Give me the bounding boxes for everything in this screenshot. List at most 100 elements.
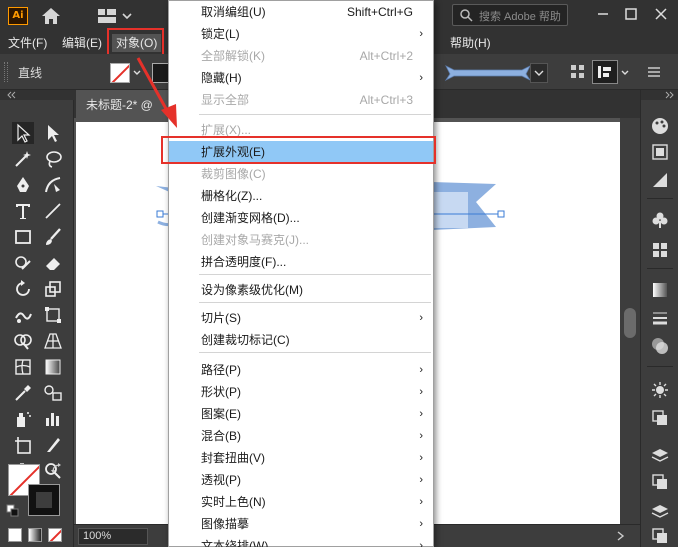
swap-colors-icon[interactable]	[50, 462, 64, 476]
eraser-tool[interactable]	[42, 252, 64, 274]
lasso-tool[interactable]	[42, 148, 64, 170]
blend-tool[interactable]	[42, 382, 64, 404]
shaper-tool[interactable]	[12, 252, 34, 274]
color-theme-icon[interactable]	[650, 170, 670, 190]
workspace-layout-icon[interactable]	[97, 8, 133, 24]
magic-wand-tool[interactable]	[12, 148, 34, 170]
fill-swatch[interactable]	[110, 63, 130, 83]
annotation-highlight-expand-appearance	[161, 136, 436, 164]
color-guide-icon[interactable]	[650, 142, 670, 162]
panel-menu-icon[interactable]	[646, 64, 662, 80]
align-button[interactable]	[592, 60, 618, 84]
menu-item-22[interactable]: 图像描摹 ›	[169, 513, 433, 535]
appearance-sun-icon[interactable]	[650, 380, 670, 400]
menu-edit[interactable]: 编辑(E)	[62, 34, 102, 52]
menu-separator	[199, 274, 431, 275]
menu-file[interactable]: 文件(F)	[8, 34, 47, 52]
submenu-arrow-icon: ›	[419, 518, 423, 530]
menu-item-2[interactable]: 全部解锁(K) Alt+Ctrl+2	[169, 45, 433, 67]
menu-item-12[interactable]: 设为像素级优化(M)	[169, 279, 433, 301]
scrollbar-thumb[interactable]	[624, 308, 636, 338]
color-palette-icon[interactable]	[650, 116, 670, 136]
symbols-club-icon[interactable]	[650, 210, 670, 230]
menu-item-13[interactable]: 切片(S) ›	[169, 307, 433, 329]
links-icon[interactable]	[650, 526, 670, 546]
chevron-down-icon[interactable]	[620, 68, 630, 78]
symbol-sprayer-tool[interactable]	[12, 408, 34, 430]
color-mode-button[interactable]	[8, 528, 22, 542]
document-tab[interactable]: 未标题-2* @	[76, 90, 174, 118]
close-icon[interactable]	[648, 0, 674, 28]
transparency-icon[interactable]	[650, 336, 670, 356]
maximize-icon[interactable]	[618, 0, 644, 28]
menu-item-20[interactable]: 透视(P) ›	[169, 469, 433, 491]
direct-selection-tool[interactable]	[42, 122, 64, 144]
vertical-scrollbar[interactable]	[620, 118, 640, 524]
menu-item-11[interactable]: 拼合透明度(F)...	[169, 251, 433, 273]
search-input[interactable]: 搜索 Adobe 帮助	[452, 4, 568, 26]
brush-stroke-preview-icon[interactable]	[444, 62, 532, 82]
menu-item-7[interactable]: 裁剪图像(C)	[169, 163, 433, 185]
asset-export-icon[interactable]	[650, 502, 670, 522]
selection-tool[interactable]	[12, 122, 34, 144]
home-icon[interactable]	[40, 6, 62, 26]
chevron-down-icon[interactable]	[132, 68, 142, 78]
menu-item-10[interactable]: 创建对象马赛克(J)...	[169, 229, 433, 251]
menu-item-18[interactable]: 混合(B) ›	[169, 425, 433, 447]
layers-icon[interactable]	[650, 446, 670, 466]
panel-header	[641, 90, 678, 100]
menu-item-8[interactable]: 栅格化(Z)...	[169, 185, 433, 207]
perspective-grid-tool[interactable]	[42, 330, 64, 352]
free-transform-tool[interactable]	[42, 304, 64, 326]
line-segment-tool[interactable]	[42, 200, 64, 222]
menu-item-17[interactable]: 图案(E) ›	[169, 403, 433, 425]
menu-item-3[interactable]: 隐藏(H) ›	[169, 67, 433, 89]
graphic-styles-icon[interactable]	[650, 408, 670, 428]
column-graph-tool[interactable]	[42, 408, 64, 430]
arrange-grid-icon[interactable]	[570, 64, 586, 80]
default-colors-icon[interactable]	[6, 504, 20, 518]
align-icon	[598, 66, 611, 78]
type-tool[interactable]	[12, 200, 34, 222]
scale-tool[interactable]	[42, 278, 64, 300]
gradient-panel-icon[interactable]	[650, 280, 670, 300]
expand-panel-icon[interactable]	[665, 91, 675, 99]
pen-tool[interactable]	[12, 174, 34, 196]
zoom-level-field[interactable]: 100%	[78, 528, 148, 545]
menu-item-4[interactable]: 显示全部 Alt+Ctrl+3	[169, 89, 433, 111]
right-panel-dock	[640, 90, 678, 547]
brush-dropdown[interactable]	[530, 63, 548, 83]
rotate-tool[interactable]	[12, 278, 34, 300]
swatches-grid-icon[interactable]	[650, 240, 670, 260]
menu-item-0[interactable]: 取消编组(U) Shift+Ctrl+G	[169, 1, 433, 23]
shape-builder-tool[interactable]	[12, 330, 34, 352]
paintbrush-tool[interactable]	[42, 226, 64, 248]
menu-item-19[interactable]: 封套扭曲(V) ›	[169, 447, 433, 469]
eyedropper-tool[interactable]	[12, 382, 34, 404]
menu-item-16[interactable]: 形状(P) ›	[169, 381, 433, 403]
curvature-tool[interactable]	[42, 174, 64, 196]
scroll-right-icon[interactable]	[614, 530, 628, 542]
rectangle-tool[interactable]	[12, 226, 34, 248]
warp-tool[interactable]	[12, 304, 34, 326]
minimize-icon[interactable]	[590, 0, 616, 28]
menu-item-9[interactable]: 创建渐变网格(D)...	[169, 207, 433, 229]
menu-help[interactable]: 帮助(H)	[450, 34, 491, 52]
menu-item-1[interactable]: 锁定(L) ›	[169, 23, 433, 45]
stroke-panel-icon[interactable]	[650, 308, 670, 328]
menu-item-14[interactable]: 创建裁切标记(C)	[169, 329, 433, 351]
gradient-mode-button[interactable]	[28, 528, 42, 542]
menu-item-23[interactable]: 文本绕排(W) ›	[169, 535, 433, 547]
menu-item-21[interactable]: 实时上色(N) ›	[169, 491, 433, 513]
menu-item-label: 设为像素级优化(M)	[201, 283, 303, 297]
slice-tool[interactable]	[42, 434, 64, 456]
tools-panel	[0, 90, 74, 547]
stroke-color-swatch[interactable]	[28, 484, 60, 516]
gradient-tool[interactable]	[42, 356, 64, 378]
mesh-tool[interactable]	[12, 356, 34, 378]
collapse-panel-icon[interactable]	[6, 91, 16, 99]
artboard-tool[interactable]	[12, 434, 34, 456]
artboards-icon[interactable]	[650, 472, 670, 492]
menu-item-15[interactable]: 路径(P) ›	[169, 359, 433, 381]
none-mode-button[interactable]	[48, 528, 62, 542]
